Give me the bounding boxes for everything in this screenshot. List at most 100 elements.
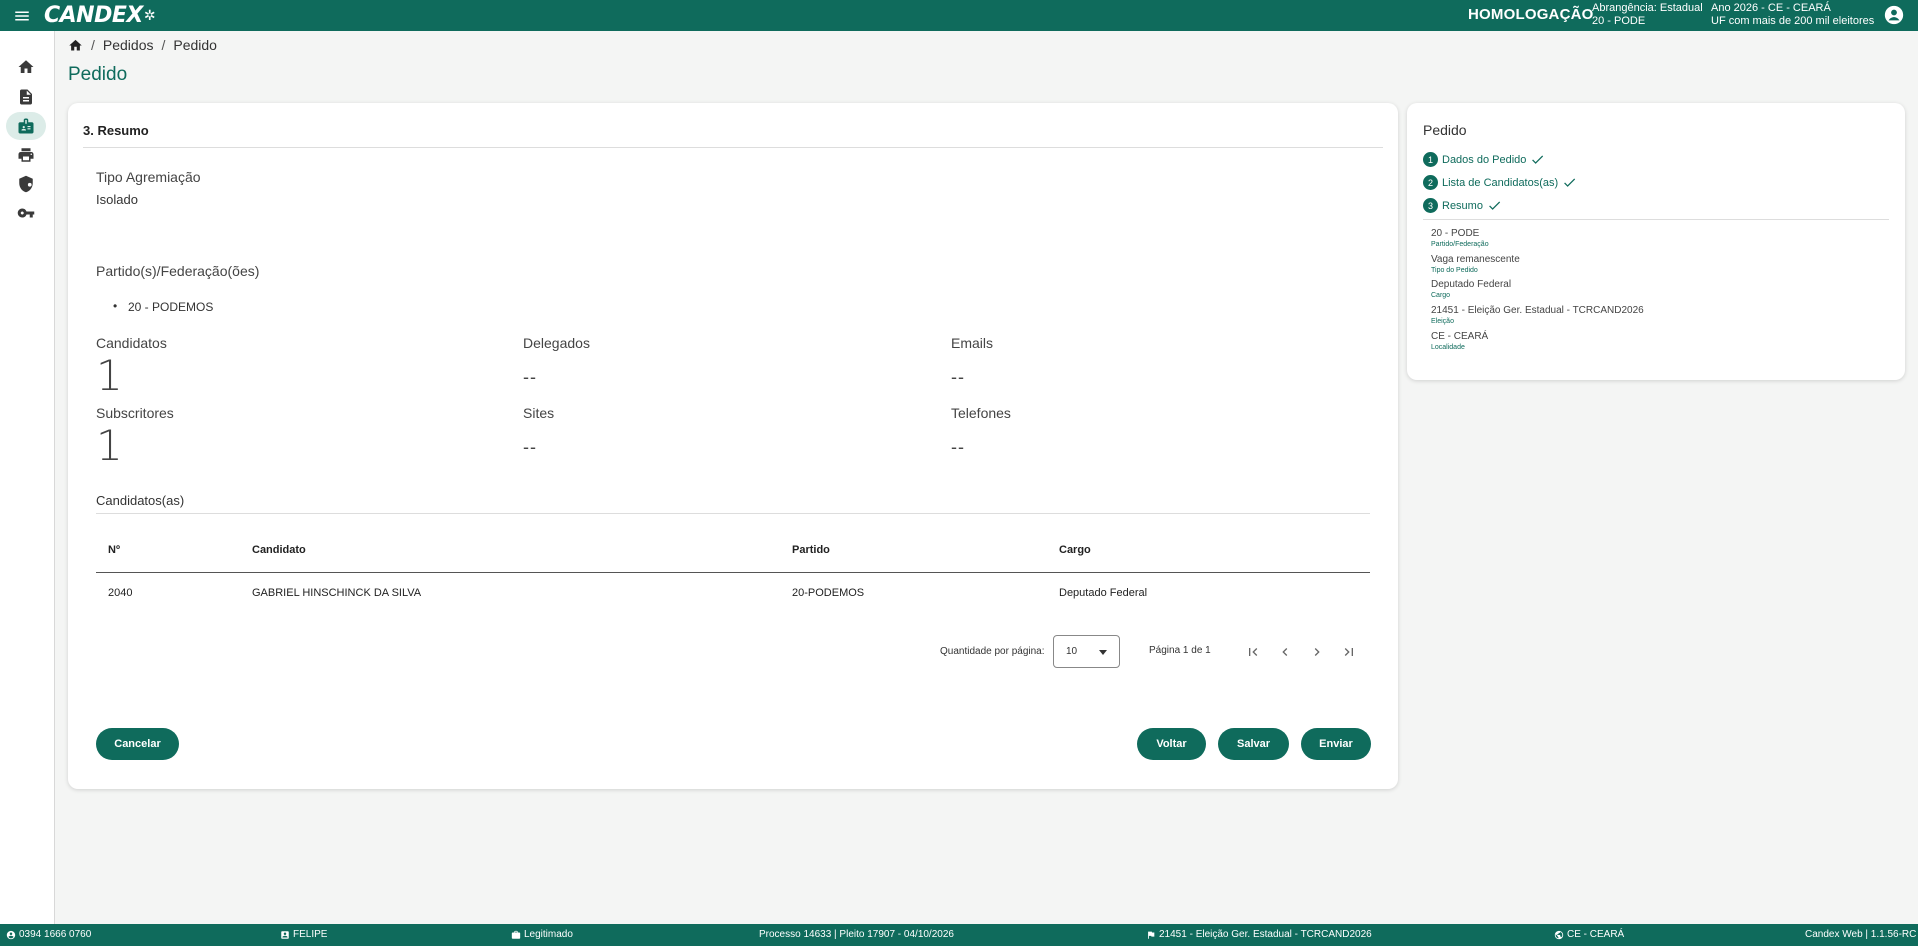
back-button[interactable]: Voltar xyxy=(1137,728,1206,760)
rail-candidates[interactable] xyxy=(6,112,46,140)
info-localidade-key: Localidade xyxy=(1431,344,1465,351)
save-button[interactable]: Salvar xyxy=(1218,728,1289,760)
cell-candidato: GABRIEL HINSCHINCK DA SILVA xyxy=(252,587,422,600)
footer-version: Candex Web | 1.1.56-RC xyxy=(1805,929,1916,940)
footer-phone: 0394 1666 0760 xyxy=(6,929,91,940)
print-icon xyxy=(18,148,34,162)
shield-icon xyxy=(19,175,33,193)
per-page-value: 10 xyxy=(1066,646,1078,657)
info-eleicao-key: Eleição xyxy=(1431,318,1454,325)
side-divider xyxy=(1423,219,1889,220)
breadcrumb-pedidos[interactable]: Pedidos xyxy=(103,37,154,53)
scope-info: Abrangência: Estadual 20 - PODE xyxy=(1592,2,1703,28)
info-tipo-key: Tipo do Pedido xyxy=(1431,267,1478,274)
tipo-agremiacao-value: Isolado xyxy=(96,192,138,207)
subscritores-label: Subscritores xyxy=(96,405,174,421)
step-dados-do-pedido[interactable]: 1 Dados do Pedido xyxy=(1423,152,1545,167)
table-row[interactable]: 2040 GABRIEL HINSCHINCK DA SILVA 20-PODE… xyxy=(96,572,1370,614)
chevron-left-icon xyxy=(1282,648,1288,656)
breadcrumb-separator: / xyxy=(161,37,166,53)
candidatos-section-title: Candidatos(as) xyxy=(96,493,185,508)
sites-value: -- xyxy=(523,437,537,457)
footer-status: Legitimado xyxy=(511,929,573,940)
scope-line-1: Abrangência: Estadual xyxy=(1592,2,1703,14)
rail-security[interactable] xyxy=(6,170,46,198)
step-number: 1 xyxy=(1423,152,1438,167)
info-partido-value: 20 - PODE xyxy=(1431,228,1480,239)
col-numero: Nº xyxy=(96,528,240,573)
emails-value: -- xyxy=(951,367,965,387)
left-rail xyxy=(0,31,55,924)
briefcase-icon xyxy=(511,930,521,939)
partidos-label: Partido(s)/Federação(ões) xyxy=(96,263,260,279)
environment-label: HOMOLOGAÇÃO xyxy=(1468,6,1594,23)
app-logo-text: CANDEX xyxy=(44,3,143,28)
footer-location: CE - CEARÁ xyxy=(1554,929,1624,940)
dropdown-caret-icon xyxy=(1099,650,1107,655)
step-resumo[interactable]: 3 Resumo xyxy=(1423,198,1502,213)
breadcrumb: / Pedidos / Pedido xyxy=(68,37,217,53)
table-header-row: Nº Candidato Partido Cargo xyxy=(96,528,1370,573)
step-number: 3 xyxy=(1423,198,1438,213)
cancel-button[interactable]: Cancelar xyxy=(96,728,179,760)
breadcrumb-home-icon[interactable] xyxy=(68,38,83,53)
candidatos-divider xyxy=(96,513,1370,514)
logo-star-icon: ✲ xyxy=(143,7,156,24)
check-icon xyxy=(1532,155,1544,164)
cell-cargo: Deputado Federal xyxy=(1059,587,1148,600)
year-info: Ano 2026 - CE - CEARÁ UF com mais de 200… xyxy=(1711,2,1874,28)
flag-icon xyxy=(1148,931,1155,939)
side-title: Pedido xyxy=(1423,122,1467,138)
col-partido: Partido xyxy=(780,528,1047,573)
check-icon xyxy=(1489,201,1501,210)
next-page-button[interactable] xyxy=(1305,640,1329,664)
rail-documents[interactable] xyxy=(6,83,46,111)
step-number: 2 xyxy=(1423,175,1438,190)
rail-home[interactable] xyxy=(6,53,46,81)
first-page-icon xyxy=(1249,648,1258,656)
page-title: Pedido xyxy=(68,64,128,85)
info-cargo-key: Cargo xyxy=(1431,292,1451,299)
status-footer: 0394 1666 0760 FELIPE Legitimado Process… xyxy=(0,924,1918,946)
document-icon xyxy=(20,89,32,105)
step-label: Lista de Candidatos(as) xyxy=(1442,176,1559,189)
menu-icon[interactable] xyxy=(0,0,44,31)
partido-item: 20 - PODEMOS xyxy=(113,299,213,314)
summary-card: 3. Resumo Tipo Agremiação Isolado Partid… xyxy=(68,103,1398,789)
rail-keys[interactable] xyxy=(6,199,46,227)
breadcrumb-pedido: Pedido xyxy=(173,37,217,53)
candidates-table: Nº Candidato Partido Cargo 2040 GABRIEL … xyxy=(96,528,1370,614)
step-lista-candidatos[interactable]: 2 Lista de Candidatos(as) xyxy=(1423,175,1577,190)
per-page-label: Quantidade por página: xyxy=(940,646,1045,657)
sites-label: Sites xyxy=(523,405,555,421)
first-page-button[interactable] xyxy=(1241,640,1265,664)
tipo-agremiacao-label: Tipo Agremiação xyxy=(96,169,201,185)
key-icon xyxy=(17,208,35,218)
footer-location-text: CE - CEARÁ xyxy=(1567,929,1625,940)
step-label: Resumo xyxy=(1442,199,1483,212)
section-divider xyxy=(83,147,1383,148)
telefones-value: -- xyxy=(951,437,965,457)
home-icon xyxy=(18,60,34,73)
col-candidato: Candidato xyxy=(240,528,780,573)
col-cargo: Cargo xyxy=(1047,528,1370,573)
send-button[interactable]: Enviar xyxy=(1301,728,1371,760)
per-page-select[interactable]: 10 xyxy=(1053,635,1120,668)
footer-phone-text: 0394 1666 0760 xyxy=(19,929,92,940)
account-icon[interactable] xyxy=(1884,5,1904,25)
cell-numero: 2040 xyxy=(108,587,133,600)
step-label: Dados do Pedido xyxy=(1442,153,1527,166)
info-eleicao-value: 21451 - Eleição Ger. Estadual - TCRCAND2… xyxy=(1431,305,1644,316)
emails-label: Emails xyxy=(951,335,994,351)
prev-page-button[interactable] xyxy=(1273,640,1297,664)
footer-user: FELIPE xyxy=(280,929,327,940)
cell-partido: 20-PODEMOS xyxy=(792,587,865,600)
info-partido-key: Partido/Federação xyxy=(1431,241,1489,248)
rail-print[interactable] xyxy=(6,141,46,169)
badge-icon xyxy=(18,118,34,134)
page-info: Página 1 de 1 xyxy=(1149,645,1211,656)
footer-user-text: FELIPE xyxy=(293,929,328,940)
check-icon xyxy=(1564,178,1576,187)
last-page-button[interactable] xyxy=(1337,640,1361,664)
footer-status-text: Legitimado xyxy=(524,929,573,940)
